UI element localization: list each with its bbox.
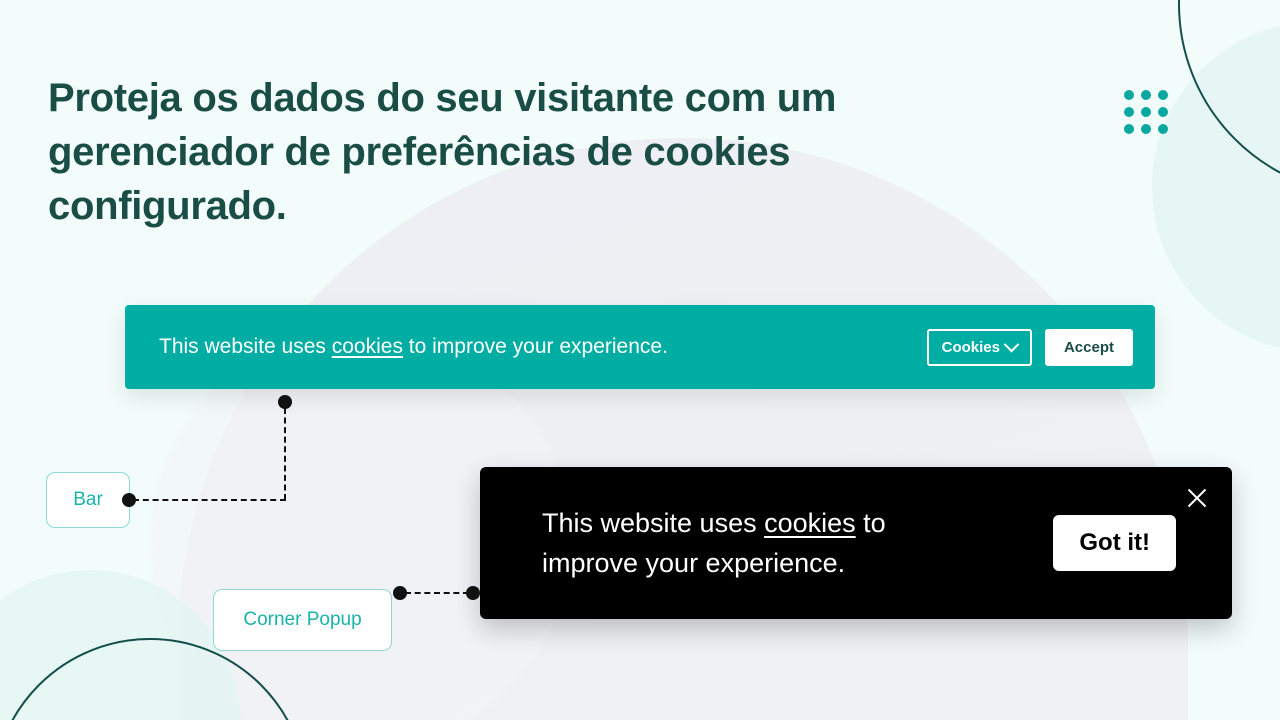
outline-circle-top-right-icon [1178,0,1280,196]
cookies-settings-button[interactable]: Cookies [926,328,1032,366]
connector-line-corner-popup [405,592,469,594]
cookie-bar-actions: Cookies Accept [926,328,1133,366]
corner-popup-cookies-link[interactable]: cookies [764,508,856,538]
cookie-bar-message-prefix: This website uses [159,335,332,358]
connector-line-bar-vertical [284,408,286,500]
connector-dot-corner-popup-target [466,586,480,600]
mint-circle-bottom-left [0,570,240,720]
corner-popup-message-prefix: This website uses [542,508,765,538]
got-it-button[interactable]: Got it! [1053,515,1176,571]
chevron-down-icon [1003,336,1020,352]
callout-chip-bar: Bar [46,472,130,528]
callout-chip-corner-popup: Corner Popup [213,589,392,651]
page-headline: Proteja os dados do seu visitante com um… [48,75,837,228]
connector-line-bar-horizontal [133,499,286,501]
cookie-bar-message-suffix: to improve your experience. [402,335,668,358]
cookie-corner-popup: This website uses cookies to improve you… [480,467,1232,619]
corner-popup-message: This website uses cookies to improve you… [542,503,972,583]
callout-chip-bar-label: Bar [73,489,103,510]
dot-grid-icon [1124,90,1168,134]
connector-dot-bar-target [278,395,292,409]
close-icon[interactable] [1182,483,1212,513]
mint-circle-top-right [1152,22,1280,352]
page-root: Proteja os dados do seu visitante com um… [0,0,1280,720]
connector-dot-bar-chip [122,493,136,507]
connector-dot-corner-popup-chip [393,586,407,600]
cookies-settings-label: Cookies [941,338,1000,356]
accept-button[interactable]: Accept [1044,328,1133,366]
cookie-bar-message: This website uses cookies to improve you… [159,335,927,359]
cookie-consent-bar: This website uses cookies to improve you… [125,305,1155,389]
callout-chip-corner-popup-label: Corner Popup [243,609,362,630]
cookie-bar-cookies-link[interactable]: cookies [332,335,403,358]
